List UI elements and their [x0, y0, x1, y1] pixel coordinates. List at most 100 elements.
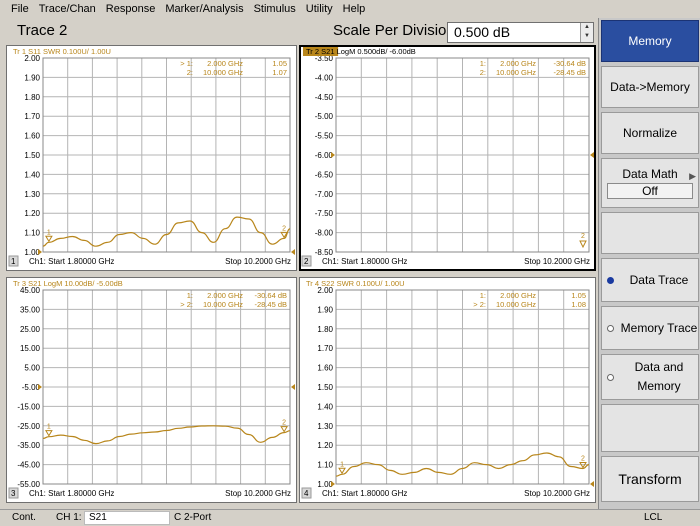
- stop-frequency[interactable]: Stop 10.2000 GHz: [225, 489, 291, 498]
- marker-number: 2: [581, 455, 585, 462]
- marker-number: 2: [282, 225, 286, 232]
- marker-triangle-icon[interactable]: [280, 426, 289, 433]
- spin-up-icon[interactable]: ▲: [581, 23, 593, 32]
- softkey-data-and-memory[interactable]: Data and Memory: [601, 354, 699, 400]
- spin-down-icon[interactable]: ▼: [581, 32, 593, 41]
- trace-label[interactable]: Tr 2 S21 LogM 0.500dB/ -6.00dB: [306, 47, 416, 56]
- softkey-data-and-memory-label: Data and Memory: [634, 360, 684, 393]
- y-tick-label: -15.00: [17, 402, 40, 411]
- reference-level-arrow-icon: [590, 481, 594, 487]
- menu-response[interactable]: Response: [101, 0, 161, 18]
- softkey-memory-label: Memory: [628, 34, 672, 48]
- softkey-memory-trace-label: Memory Trace: [620, 320, 698, 335]
- menu-utility[interactable]: Utility: [301, 0, 338, 18]
- radio-unselected-icon: [607, 373, 614, 381]
- y-tick-label: -6.00: [315, 151, 334, 160]
- marker-frequency: 10.000 GHz: [496, 68, 536, 77]
- reference-level-arrow-icon: [38, 384, 42, 390]
- trace-window-4[interactable]: 2.00 1.90 1.80 1.70 1.60 1.50 1.40 1.30 1.20 1.10…: [299, 277, 596, 503]
- y-tick-label: -5.00: [22, 383, 41, 392]
- softkey-blank: [601, 212, 699, 254]
- marker-triangle-icon[interactable]: [338, 467, 346, 475]
- softkey-panel: Memory Data->Memory Normalize Data Math …: [598, 18, 700, 509]
- menu-file[interactable]: File: [6, 0, 34, 18]
- marker-id: 1:: [480, 59, 486, 68]
- start-frequency[interactable]: Ch1: Start 1.80000 GHz: [29, 489, 114, 498]
- data-math-value: Off: [607, 183, 693, 199]
- active-trace-title: Trace 2: [17, 22, 68, 39]
- marker-frequency: 10.000 GHz: [203, 68, 243, 77]
- marker-value: 1.05: [571, 291, 586, 300]
- marker-id: 2:: [187, 68, 193, 77]
- scale-spinner[interactable]: ▲ ▼: [580, 23, 593, 42]
- marker-frequency: 2.000 GHz: [207, 291, 243, 300]
- y-tick-label: 35.00: [20, 305, 41, 314]
- marker-frequency: 2.000 GHz: [207, 59, 243, 68]
- y-tick-label: 1.10: [317, 461, 333, 470]
- softkey-blank: [601, 404, 699, 452]
- start-frequency[interactable]: Ch1: Start 1.80000 GHz: [29, 257, 114, 266]
- trace-window-1[interactable]: 2.00 1.90 1.80 1.70 1.60 1.50 1.40 1.30 1.20 1.10…: [6, 45, 297, 271]
- y-tick-label: 1.10: [24, 229, 40, 238]
- marker-id: > 2:: [180, 300, 193, 309]
- stop-frequency[interactable]: Stop 10.2000 GHz: [225, 257, 291, 266]
- port-config: 2-Port: [184, 512, 212, 523]
- reference-level-arrow-icon: [590, 152, 594, 158]
- softkey-data-math[interactable]: Data Math Off ▶: [601, 158, 699, 208]
- window-number: 3: [11, 489, 16, 498]
- softkey-data-to-memory-label: Data->Memory: [610, 80, 690, 94]
- y-tick-label: 1.70: [317, 344, 333, 353]
- trace-label[interactable]: Tr 3 S21 LogM 10.00dB/ -5.00dB: [13, 279, 123, 288]
- y-tick-label: -8.00: [315, 229, 334, 238]
- y-tick-label: -4.00: [315, 73, 334, 82]
- menu-help[interactable]: Help: [338, 0, 371, 18]
- marker-triangle-icon[interactable]: [579, 240, 587, 249]
- start-frequency[interactable]: Ch1: Start 1.80000 GHz: [322, 489, 407, 498]
- softkey-data-math-label: Data Math: [622, 167, 678, 181]
- marker-id: 2:: [480, 68, 486, 77]
- trace-plot-2: -3.50-4.00-4.50-5.00-5.50-6.00-6.50-7.00…: [301, 47, 594, 267]
- menu-trace-chan[interactable]: Trace/Chan: [34, 0, 101, 18]
- menu-marker-analysis[interactable]: Marker/Analysis: [160, 0, 248, 18]
- y-tick-label: 25.00: [20, 325, 41, 334]
- marker-triangle-icon[interactable]: [44, 430, 53, 437]
- menu-stimulus[interactable]: Stimulus: [249, 0, 301, 18]
- softkey-data-trace[interactable]: Data Trace: [601, 258, 699, 302]
- marker-number: 1: [340, 461, 344, 468]
- stop-frequency[interactable]: Stop 10.2000 GHz: [524, 257, 590, 266]
- y-tick-label: -35.00: [17, 441, 40, 450]
- y-tick-label: 1.20: [317, 441, 333, 450]
- y-tick-label: 1.90: [24, 73, 40, 82]
- marker-id: 1:: [187, 291, 193, 300]
- softkey-data-to-memory[interactable]: Data->Memory: [601, 66, 699, 108]
- y-tick-label: -55.00: [17, 480, 40, 489]
- trace-window-3[interactable]: 45.00 35.00 25.00 15.00 5.00 -5.00 -15.00 -25.0…: [6, 277, 297, 503]
- y-tick-label: 1.30: [24, 190, 40, 199]
- marker-id: > 1:: [180, 59, 193, 68]
- stop-frequency[interactable]: Stop 10.2000 GHz: [524, 489, 590, 498]
- trace-plot-1: 2.001.901.801.701.601.501.401.301.201.10…: [8, 47, 295, 267]
- status-bar: Cont. CH 1: S21 C 2-Port LCL: [0, 509, 700, 526]
- marker-number: 2: [581, 233, 585, 240]
- marker-frequency: 10.000 GHz: [496, 300, 536, 309]
- y-tick-label: -8.50: [315, 248, 334, 257]
- softkey-memory[interactable]: Memory: [601, 20, 699, 62]
- marker-triangle-icon[interactable]: [44, 235, 53, 243]
- softkey-transform[interactable]: Transform: [601, 456, 699, 502]
- y-tick-label: 1.40: [24, 170, 40, 179]
- trace-window-2[interactable]: -3.50 -4.00 -4.50 -5.00 -5.50 -6.00 -6.50 -7.00…: [299, 45, 596, 271]
- y-tick-label: 1.20: [24, 209, 40, 218]
- softkey-normalize[interactable]: Normalize: [601, 112, 699, 154]
- window-number: 1: [11, 257, 16, 266]
- start-frequency[interactable]: Ch1: Start 1.80000 GHz: [322, 257, 407, 266]
- scale-per-division-input[interactable]: 0.500 dB: [447, 22, 594, 43]
- softkey-memory-trace[interactable]: Memory Trace: [601, 306, 699, 350]
- sweep-mode: Cont.: [12, 512, 36, 523]
- marker-frequency: 10.000 GHz: [203, 300, 243, 309]
- trace-label[interactable]: Tr 4 S22 SWR 0.100U/ 1.00U: [306, 279, 405, 288]
- marker-value: 1.08: [571, 300, 586, 309]
- y-tick-label: -5.00: [315, 112, 334, 121]
- trace-plot-4: 2.001.901.801.701.601.501.401.301.201.10…: [301, 279, 594, 499]
- reference-level-arrow-icon: [331, 481, 335, 487]
- trace-label[interactable]: Tr 1 S11 SWR 0.100U/ 1.00U: [13, 47, 111, 56]
